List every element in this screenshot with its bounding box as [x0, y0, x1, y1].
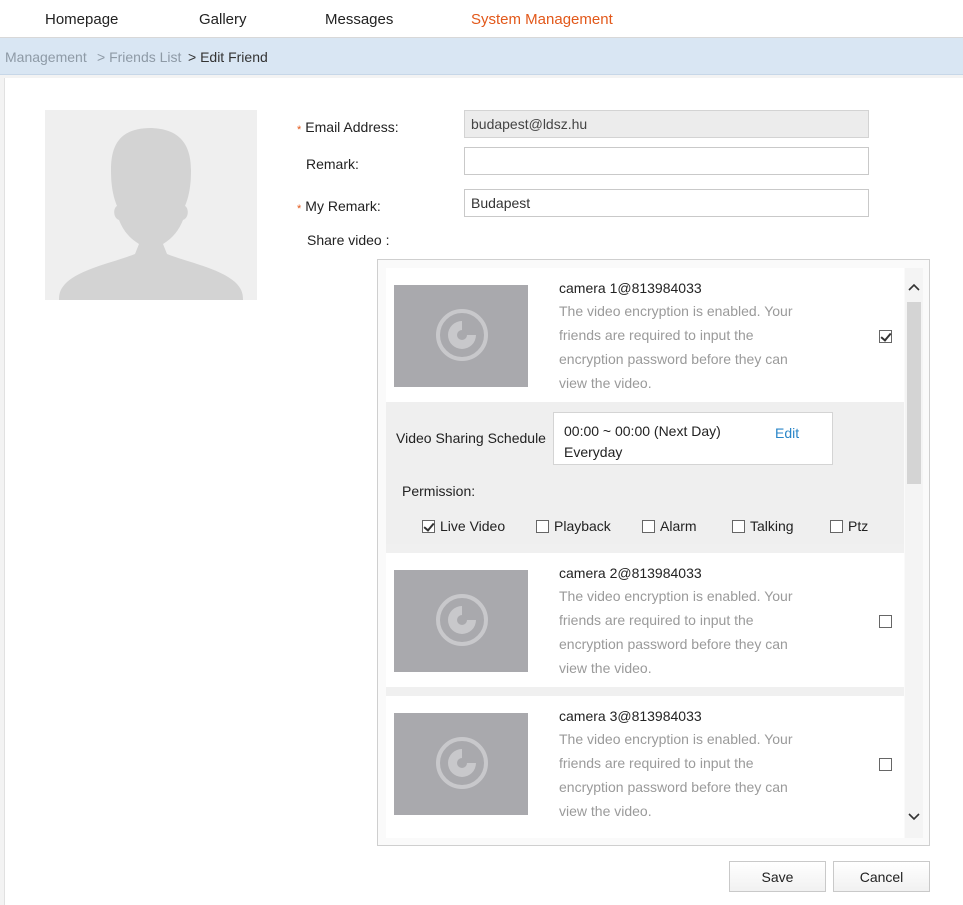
ptz-checkbox[interactable] — [830, 520, 843, 533]
avatar-silhouette-icon — [59, 128, 243, 300]
schedule-edit-link[interactable]: Edit — [775, 425, 799, 441]
schedule-days: Everyday — [564, 444, 623, 460]
camera-placeholder-icon — [436, 594, 488, 646]
chevron-down-icon[interactable] — [905, 808, 923, 826]
required-mark: * — [297, 203, 302, 215]
camera-title: camera 1@813984033 — [559, 280, 702, 296]
top-nav: Homepage Gallery Messages System Managem… — [0, 0, 963, 38]
chevron-up-icon[interactable] — [905, 278, 923, 296]
camera-2-share-checkbox[interactable] — [879, 615, 892, 628]
remark-input[interactable] — [464, 147, 869, 175]
save-button[interactable]: Save — [729, 861, 826, 892]
permission-option-label: Ptz — [848, 518, 869, 534]
schedule-time: 00:00 ~ 00:00 (Next Day) — [564, 423, 721, 439]
alarm-checkbox[interactable] — [642, 520, 655, 533]
camera-thumbnail — [394, 285, 528, 387]
permission-alarm[interactable]: Alarm — [642, 518, 697, 534]
permission-option-label: Live Video — [440, 518, 506, 534]
remark-label: Remark: — [306, 156, 359, 172]
camera-item: camera 3@813984033 The video encryption … — [386, 696, 904, 838]
camera-placeholder-icon — [436, 309, 488, 361]
playback-checkbox[interactable] — [536, 520, 549, 533]
permission-option-label: Playback — [554, 518, 611, 534]
breadcrumb-edit-friend: > Edit Friend — [188, 49, 268, 65]
permission-label: Permission: — [402, 483, 476, 499]
permission-playback[interactable]: Playback — [536, 518, 611, 534]
nav-gallery[interactable]: Gallery — [199, 11, 247, 28]
camera-thumbnail — [394, 713, 528, 815]
camera-item: camera 2@813984033 The video encryption … — [386, 553, 904, 687]
email-label-text: Email Address: — [305, 119, 399, 135]
camera-description: The video encryption is enabled. Your fr… — [559, 588, 793, 676]
share-video-label: Share video : — [307, 232, 390, 248]
camera-title: camera 2@813984033 — [559, 565, 702, 581]
email-field: budapest@ldsz.hu — [464, 110, 869, 138]
camera-list-scrollbar[interactable] — [905, 268, 923, 838]
camera-thumbnail — [394, 570, 528, 672]
cancel-button[interactable]: Cancel — [833, 861, 930, 892]
camera-item: camera 1@813984033 The video encryption … — [386, 268, 904, 544]
my-remark-label-text: My Remark: — [305, 198, 381, 214]
scrollbar-thumb[interactable] — [907, 302, 921, 484]
permission-live-video[interactable]: Live Video — [422, 518, 505, 534]
breadcrumb-management[interactable]: Management — [5, 49, 87, 65]
permission-option-label: Talking — [750, 518, 794, 534]
permission-option-label: Alarm — [660, 518, 697, 534]
email-label: * Email Address: — [297, 119, 399, 136]
my-remark-input[interactable] — [464, 189, 869, 217]
permission-ptz[interactable]: Ptz — [830, 518, 868, 534]
share-video-box: camera 1@813984033 The video encryption … — [377, 259, 930, 846]
camera-list: camera 1@813984033 The video encryption … — [386, 268, 904, 838]
breadcrumb: Management > Friends List > Edit Friend — [0, 38, 963, 75]
sharing-schedule-section: Video Sharing Schedule 00:00 ~ 00:00 (Ne… — [386, 402, 904, 544]
breadcrumb-friends-list[interactable]: > Friends List — [97, 49, 181, 65]
camera-placeholder-icon — [436, 737, 488, 789]
camera-description: The video encryption is enabled. Your fr… — [559, 731, 793, 819]
permission-talking[interactable]: Talking — [732, 518, 794, 534]
camera-1-share-checkbox[interactable] — [879, 330, 892, 343]
nav-homepage[interactable]: Homepage — [45, 11, 118, 28]
live-video-checkbox[interactable] — [422, 520, 435, 533]
talking-checkbox[interactable] — [732, 520, 745, 533]
camera-title: camera 3@813984033 — [559, 708, 702, 724]
nav-messages[interactable]: Messages — [325, 11, 393, 28]
camera-3-share-checkbox[interactable] — [879, 758, 892, 771]
required-mark: * — [297, 124, 302, 136]
my-remark-label: * My Remark: — [297, 198, 381, 215]
avatar — [45, 110, 257, 300]
nav-system-management[interactable]: System Management — [471, 11, 613, 28]
schedule-box: 00:00 ~ 00:00 (Next Day) Everyday Edit — [553, 412, 833, 465]
schedule-label: Video Sharing Schedule — [396, 430, 546, 446]
camera-description: The video encryption is enabled. Your fr… — [559, 303, 793, 391]
